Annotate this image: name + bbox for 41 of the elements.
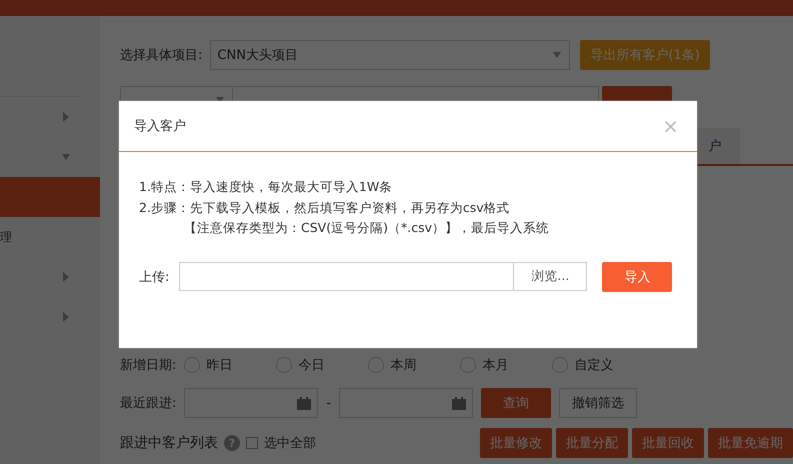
close-button[interactable]: ×	[662, 116, 679, 136]
batch-button[interactable]: 批量回收	[632, 428, 704, 458]
sidebar-item[interactable]: 理	[0, 217, 100, 257]
export-button[interactable]: 导出所有客户(1条)	[580, 40, 710, 70]
range-separator: -	[326, 396, 332, 410]
caret-down-icon	[62, 152, 70, 162]
reset-button[interactable]: 撤销筛选	[559, 388, 638, 418]
dialog-title: 导入客户	[134, 118, 186, 135]
date-field[interactable]	[339, 388, 474, 418]
batch-button[interactable]: 批量免逾期	[708, 428, 793, 458]
batch-button[interactable]: 批量修改	[480, 428, 552, 458]
instruction-text: 1.特点：导入速度快，每次最大可导入1W条	[139, 178, 394, 196]
caret-right-icon	[62, 312, 70, 322]
batch-button[interactable]: 批量分配	[556, 428, 628, 458]
follow-label: 最近跟进:	[120, 395, 176, 412]
date-field[interactable]	[184, 388, 318, 418]
select-all-label: 选中全部	[264, 435, 316, 452]
project-label: 选择具体项目:	[120, 47, 202, 64]
caret-down-icon	[553, 50, 562, 60]
project-select[interactable]: CNN大头项目	[210, 40, 570, 70]
caret-right-icon	[62, 112, 70, 122]
radio-label: 自定义	[574, 357, 614, 374]
radio-label: 本周	[390, 357, 416, 374]
file-field[interactable]	[179, 262, 514, 291]
upload-label: 上传:	[139, 268, 170, 286]
browse-button[interactable]: 浏览...	[514, 262, 588, 291]
instruction-text: 【注意保存类型为：CSV(逗号分隔)（*.csv）】，最后导入系统	[183, 219, 550, 237]
import-button[interactable]: 导入	[602, 262, 672, 292]
sidebar-item[interactable]	[0, 177, 100, 217]
instruction-text: 2.步骤：先下载导入模板，然后填写客户资料，再另存为csv格式	[139, 198, 511, 216]
caret-right-icon	[62, 272, 70, 282]
radio-label: 本月	[482, 357, 508, 374]
calendar-icon[interactable]	[297, 396, 312, 410]
list-title: 跟进中客户列表	[120, 434, 218, 452]
radio-label: 今日	[298, 357, 324, 374]
select-all-checkbox[interactable]	[246, 437, 258, 449]
radio-label: 昨日	[206, 357, 232, 374]
date-label: 新增日期:	[120, 357, 176, 374]
query-button[interactable]: 查询	[481, 388, 552, 418]
help-icon[interactable]: ?	[224, 435, 240, 451]
calendar-icon[interactable]	[452, 396, 466, 410]
